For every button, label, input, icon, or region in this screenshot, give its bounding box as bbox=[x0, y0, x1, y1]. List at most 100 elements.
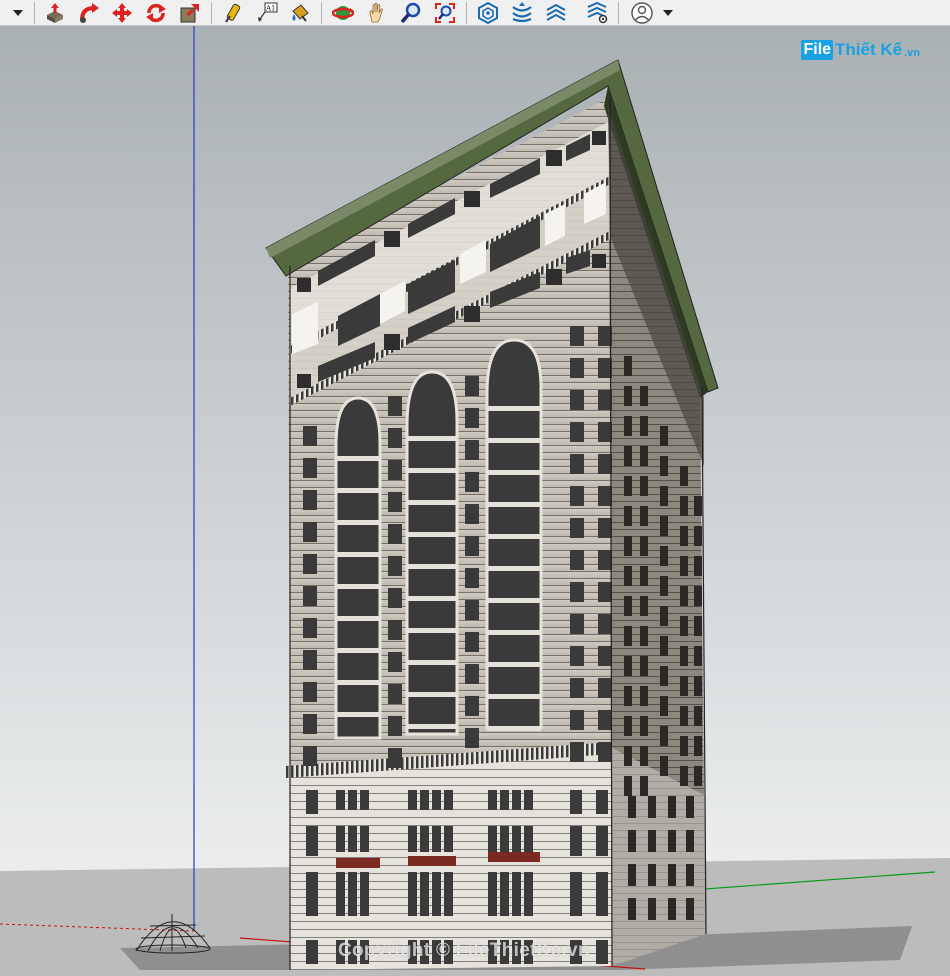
base-window-pane bbox=[444, 872, 453, 916]
spandrel-band bbox=[336, 648, 380, 653]
side-window-pane bbox=[680, 466, 688, 486]
spandrel-band bbox=[336, 712, 380, 717]
orbit-icon[interactable] bbox=[331, 1, 355, 25]
window-pane bbox=[388, 460, 402, 480]
base-window-pane bbox=[408, 826, 417, 852]
base-window-pane bbox=[488, 872, 497, 916]
base-window-pane bbox=[488, 826, 497, 852]
account-icon[interactable] bbox=[630, 1, 654, 25]
window-pane bbox=[598, 550, 612, 570]
window-pane bbox=[570, 582, 584, 602]
base-window-pane bbox=[348, 826, 357, 852]
window-pane bbox=[388, 620, 402, 640]
base-window-pane bbox=[432, 790, 441, 810]
window-pane bbox=[465, 376, 479, 396]
zoom-extents-icon[interactable] bbox=[433, 1, 457, 25]
spandrel-band bbox=[487, 662, 541, 667]
window-pane bbox=[598, 742, 612, 762]
base-side-window-pane bbox=[668, 898, 676, 920]
window-pane bbox=[303, 522, 317, 542]
side-window-pane bbox=[640, 416, 648, 436]
spandrel-band bbox=[336, 680, 380, 685]
window-pane bbox=[388, 556, 402, 576]
site-logo: File Thiết Kế .vn bbox=[801, 40, 920, 60]
window-pane bbox=[598, 678, 612, 698]
spandrel-band bbox=[487, 534, 541, 539]
window-pane bbox=[303, 714, 317, 734]
window-pane bbox=[465, 632, 479, 652]
move-icon[interactable] bbox=[110, 1, 134, 25]
window-pane bbox=[303, 586, 317, 606]
window-pane bbox=[465, 536, 479, 556]
spandrel-band bbox=[407, 724, 457, 729]
sandbox-drape-icon[interactable] bbox=[585, 1, 609, 25]
text-label-icon[interactable]: A1 bbox=[255, 1, 279, 25]
sandbox-smoove-icon[interactable] bbox=[510, 1, 534, 25]
side-window-pane bbox=[660, 516, 668, 536]
base-window-pane bbox=[512, 872, 521, 916]
window-pane bbox=[465, 472, 479, 492]
side-window-pane bbox=[680, 646, 688, 666]
model-scene[interactable] bbox=[0, 26, 950, 976]
tape-measure-icon[interactable] bbox=[221, 1, 245, 25]
window-pane bbox=[570, 486, 584, 506]
base-window-pane bbox=[306, 826, 318, 856]
follow-me-icon[interactable] bbox=[77, 1, 101, 25]
side-window-pane bbox=[680, 556, 688, 576]
account-dropdown-icon[interactable] bbox=[656, 1, 680, 25]
copyright-watermark: Copyright © FileThietKe.vn bbox=[338, 940, 590, 961]
sandbox-stamp-icon[interactable] bbox=[544, 1, 568, 25]
dropdown-arrow-icon[interactable] bbox=[6, 1, 30, 25]
toolbar-separator bbox=[466, 2, 467, 24]
side-window-pane bbox=[624, 416, 632, 436]
side-window-pane bbox=[660, 426, 668, 446]
base-side-window-pane bbox=[686, 898, 694, 920]
window-pane bbox=[465, 696, 479, 716]
sandbox-from-contours-icon[interactable] bbox=[476, 1, 500, 25]
pan-icon[interactable] bbox=[365, 1, 389, 25]
spandrel-band bbox=[487, 630, 541, 635]
3d-viewport[interactable]: File Thiết Kế .vn Copyright © FileThietK… bbox=[0, 26, 950, 976]
base-window-pane bbox=[596, 872, 608, 916]
window-pane bbox=[598, 390, 612, 410]
scale-icon[interactable] bbox=[178, 1, 202, 25]
spandrel-band bbox=[487, 470, 541, 475]
side-window-pane bbox=[660, 486, 668, 506]
side-window-pane bbox=[640, 506, 648, 526]
base-window-pane bbox=[500, 826, 509, 852]
spandrel-band bbox=[336, 552, 380, 557]
logo-suffix: .vn bbox=[904, 46, 920, 59]
window-pane bbox=[388, 524, 402, 544]
spandrel-band bbox=[487, 694, 541, 699]
side-window-pane bbox=[660, 756, 668, 776]
base-side-window-pane bbox=[668, 864, 676, 886]
paint-bucket-icon[interactable] bbox=[288, 1, 312, 25]
window-pane bbox=[388, 588, 402, 608]
base-side-window-pane bbox=[668, 796, 676, 818]
side-window-pane bbox=[624, 506, 632, 526]
window-pane bbox=[388, 684, 402, 704]
window-pane bbox=[303, 490, 317, 510]
spandrel-band bbox=[487, 502, 541, 507]
side-window-pane bbox=[694, 676, 702, 696]
window-pane bbox=[598, 710, 612, 730]
base-side-window-pane bbox=[648, 864, 656, 886]
spandrel-band bbox=[407, 660, 457, 665]
window-pane bbox=[598, 454, 612, 474]
rotate-icon[interactable] bbox=[144, 1, 168, 25]
base-window-pane bbox=[570, 826, 582, 856]
base-side-window-pane bbox=[628, 864, 636, 886]
base-window-pane bbox=[360, 872, 369, 916]
window-pane bbox=[465, 504, 479, 524]
window-pane bbox=[570, 358, 584, 378]
base-window-pane bbox=[570, 790, 582, 814]
push-pull-icon[interactable] bbox=[43, 1, 67, 25]
window-pane bbox=[303, 618, 317, 638]
text-label-text: A1 bbox=[265, 5, 276, 13]
base-window-pane bbox=[524, 826, 533, 852]
side-window-pane bbox=[624, 356, 632, 376]
base-window-pane bbox=[512, 826, 521, 852]
window-pane bbox=[598, 614, 612, 634]
zoom-icon[interactable] bbox=[399, 1, 423, 25]
base-side-window-pane bbox=[686, 864, 694, 886]
